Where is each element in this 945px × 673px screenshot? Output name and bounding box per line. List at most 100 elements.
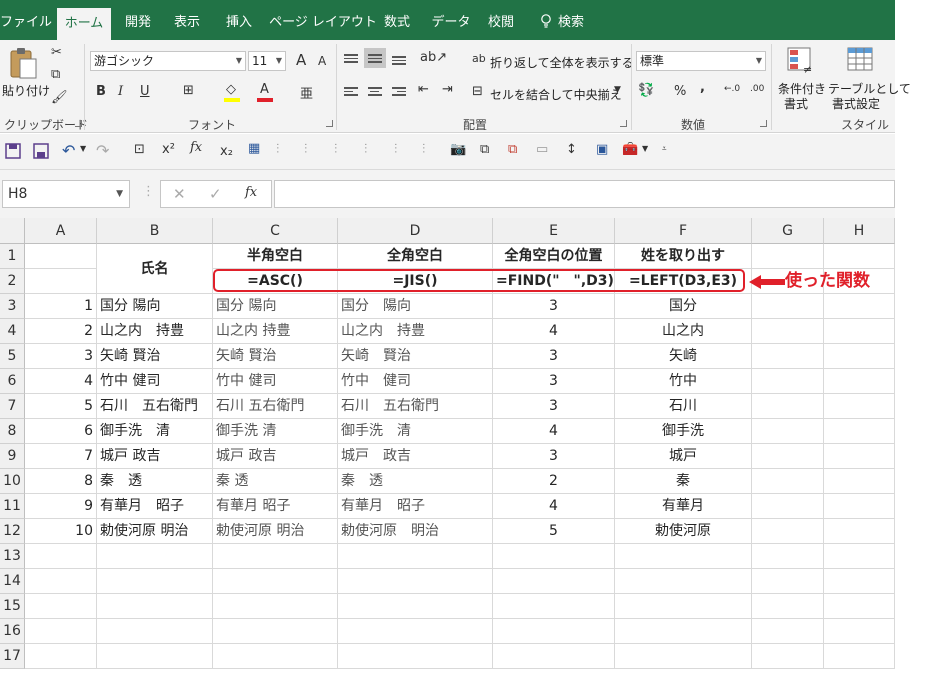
font-color-button[interactable]: A [260, 82, 269, 97]
name-box[interactable]: H8 ▼ [2, 180, 130, 208]
cell-a14[interactable] [25, 569, 97, 594]
cond-format-line2[interactable]: 書式 [784, 95, 808, 112]
insert-function-icon[interactable]: fx [190, 140, 202, 155]
cell-h9[interactable] [824, 444, 895, 469]
row-header-16[interactable]: 16 [0, 619, 25, 644]
bold-button[interactable]: B [96, 84, 106, 99]
cell-d8[interactable]: 御手洗 清 [338, 419, 493, 444]
cell-g7[interactable] [752, 394, 824, 419]
cell-d4[interactable]: 山之内 持豊 [338, 319, 493, 344]
cell-f16[interactable] [615, 619, 752, 644]
cell-g5[interactable] [752, 344, 824, 369]
cell-b16[interactable] [97, 619, 213, 644]
cell-g9[interactable] [752, 444, 824, 469]
cell-b14[interactable] [97, 569, 213, 594]
toolbox-dropdown-icon[interactable]: ▼ [642, 144, 648, 153]
tab-data[interactable]: データ [428, 7, 474, 40]
lightbulb-icon[interactable] [540, 14, 552, 28]
cell-d17[interactable] [338, 644, 493, 669]
tab-home[interactable]: ホーム [57, 8, 111, 40]
font-size-select[interactable]: 11 ▼ [248, 51, 286, 71]
tab-review[interactable]: 校閲 [478, 7, 524, 40]
row-header-10[interactable]: 10 [0, 469, 25, 494]
cell-b17[interactable] [97, 644, 213, 669]
row-header-8[interactable]: 8 [0, 419, 25, 444]
save-icon[interactable] [5, 143, 21, 159]
font-name-select[interactable]: 游ゴシック ▼ [90, 51, 246, 71]
cell-f7[interactable]: 石川 [615, 394, 752, 419]
cell-g12[interactable] [752, 519, 824, 544]
cell-e6[interactable]: 3 [493, 369, 615, 394]
cell-f6[interactable]: 竹中 [615, 369, 752, 394]
cell-d3[interactable]: 国分 陽向 [338, 294, 493, 319]
cell-g13[interactable] [752, 544, 824, 569]
cell-e5[interactable]: 3 [493, 344, 615, 369]
cell-f15[interactable] [615, 594, 752, 619]
enter-icon[interactable]: ✓ [209, 185, 222, 203]
cell-b3[interactable]: 国分 陽向 [97, 294, 213, 319]
table-format-line2[interactable]: 書式設定 [832, 95, 880, 112]
search-label[interactable]: 検索 [556, 7, 586, 40]
align-icon-6[interactable]: ⫶ [422, 142, 425, 157]
group-icon[interactable]: ⧉ [480, 142, 489, 157]
tab-page-layout[interactable]: ページ レイアウト [268, 7, 378, 40]
cell-g3[interactable] [752, 294, 824, 319]
cell-a3[interactable]: 1 [25, 294, 97, 319]
cell-f8[interactable]: 御手洗 [615, 419, 752, 444]
decrease-indent-icon[interactable]: ⇤ [418, 82, 429, 97]
cell-b7[interactable]: 石川 五右衛門 [97, 394, 213, 419]
column-header-f[interactable]: F [615, 218, 752, 244]
cell-d11[interactable]: 有華月 昭子 [338, 494, 493, 519]
cell-e4[interactable]: 4 [493, 319, 615, 344]
cell-h15[interactable] [824, 594, 895, 619]
cell-h16[interactable] [824, 619, 895, 644]
align-middle-icon[interactable] [368, 52, 382, 65]
cell-c3[interactable]: 国分 陽向 [213, 294, 338, 319]
cell-g11[interactable] [752, 494, 824, 519]
cell-d1[interactable]: 全角空白 [338, 244, 493, 269]
cell-b8[interactable]: 御手洗 清 [97, 419, 213, 444]
align-icon-1[interactable]: ⫶ [276, 142, 279, 157]
cell-a8[interactable]: 6 [25, 419, 97, 444]
cell-c16[interactable] [213, 619, 338, 644]
percent-button[interactable]: % [674, 84, 686, 99]
column-header-e[interactable]: E [493, 218, 615, 244]
cell-h12[interactable] [824, 519, 895, 544]
cell-h7[interactable] [824, 394, 895, 419]
conditional-format-icon[interactable]: ≠ [786, 46, 816, 76]
tab-developer[interactable]: 開発 [117, 7, 159, 40]
number-format-select[interactable]: 標準 ▼ [636, 51, 766, 71]
row-header-13[interactable]: 13 [0, 544, 25, 569]
number-launcher-icon[interactable] [760, 120, 767, 127]
row-header-11[interactable]: 11 [0, 494, 25, 519]
shrink-font-button[interactable]: A [318, 54, 326, 68]
cell-g8[interactable] [752, 419, 824, 444]
cell-h3[interactable] [824, 294, 895, 319]
align-icon-4[interactable]: ⫶ [364, 142, 367, 157]
cell-d14[interactable] [338, 569, 493, 594]
cell-e10[interactable]: 2 [493, 469, 615, 494]
cell-b5[interactable]: 矢崎 賢治 [97, 344, 213, 369]
row-header-9[interactable]: 9 [0, 444, 25, 469]
cell-f3[interactable]: 国分 [615, 294, 752, 319]
cell-c6[interactable]: 竹中 健司 [213, 369, 338, 394]
clipboard-launcher-icon[interactable] [75, 120, 82, 127]
cell-f17[interactable] [615, 644, 752, 669]
cell-b4[interactable]: 山之内 持豊 [97, 319, 213, 344]
cell-a16[interactable] [25, 619, 97, 644]
function-wizard-icon[interactable]: fx [245, 185, 257, 200]
cell-a1[interactable] [25, 244, 97, 269]
cell-g15[interactable] [752, 594, 824, 619]
clear-format-icon[interactable]: ⊡ [134, 142, 145, 157]
cancel-icon[interactable]: ✕ [173, 185, 186, 203]
decrease-decimal-icon[interactable]: .00 [750, 84, 764, 94]
cell-d16[interactable] [338, 619, 493, 644]
cell-d5[interactable]: 矢崎 賢治 [338, 344, 493, 369]
cell-g14[interactable] [752, 569, 824, 594]
cell-e16[interactable] [493, 619, 615, 644]
cell-h14[interactable] [824, 569, 895, 594]
row-header-17[interactable]: 17 [0, 644, 25, 669]
align-top-icon[interactable] [344, 52, 358, 65]
row-header-15[interactable]: 15 [0, 594, 25, 619]
row-header-5[interactable]: 5 [0, 344, 25, 369]
